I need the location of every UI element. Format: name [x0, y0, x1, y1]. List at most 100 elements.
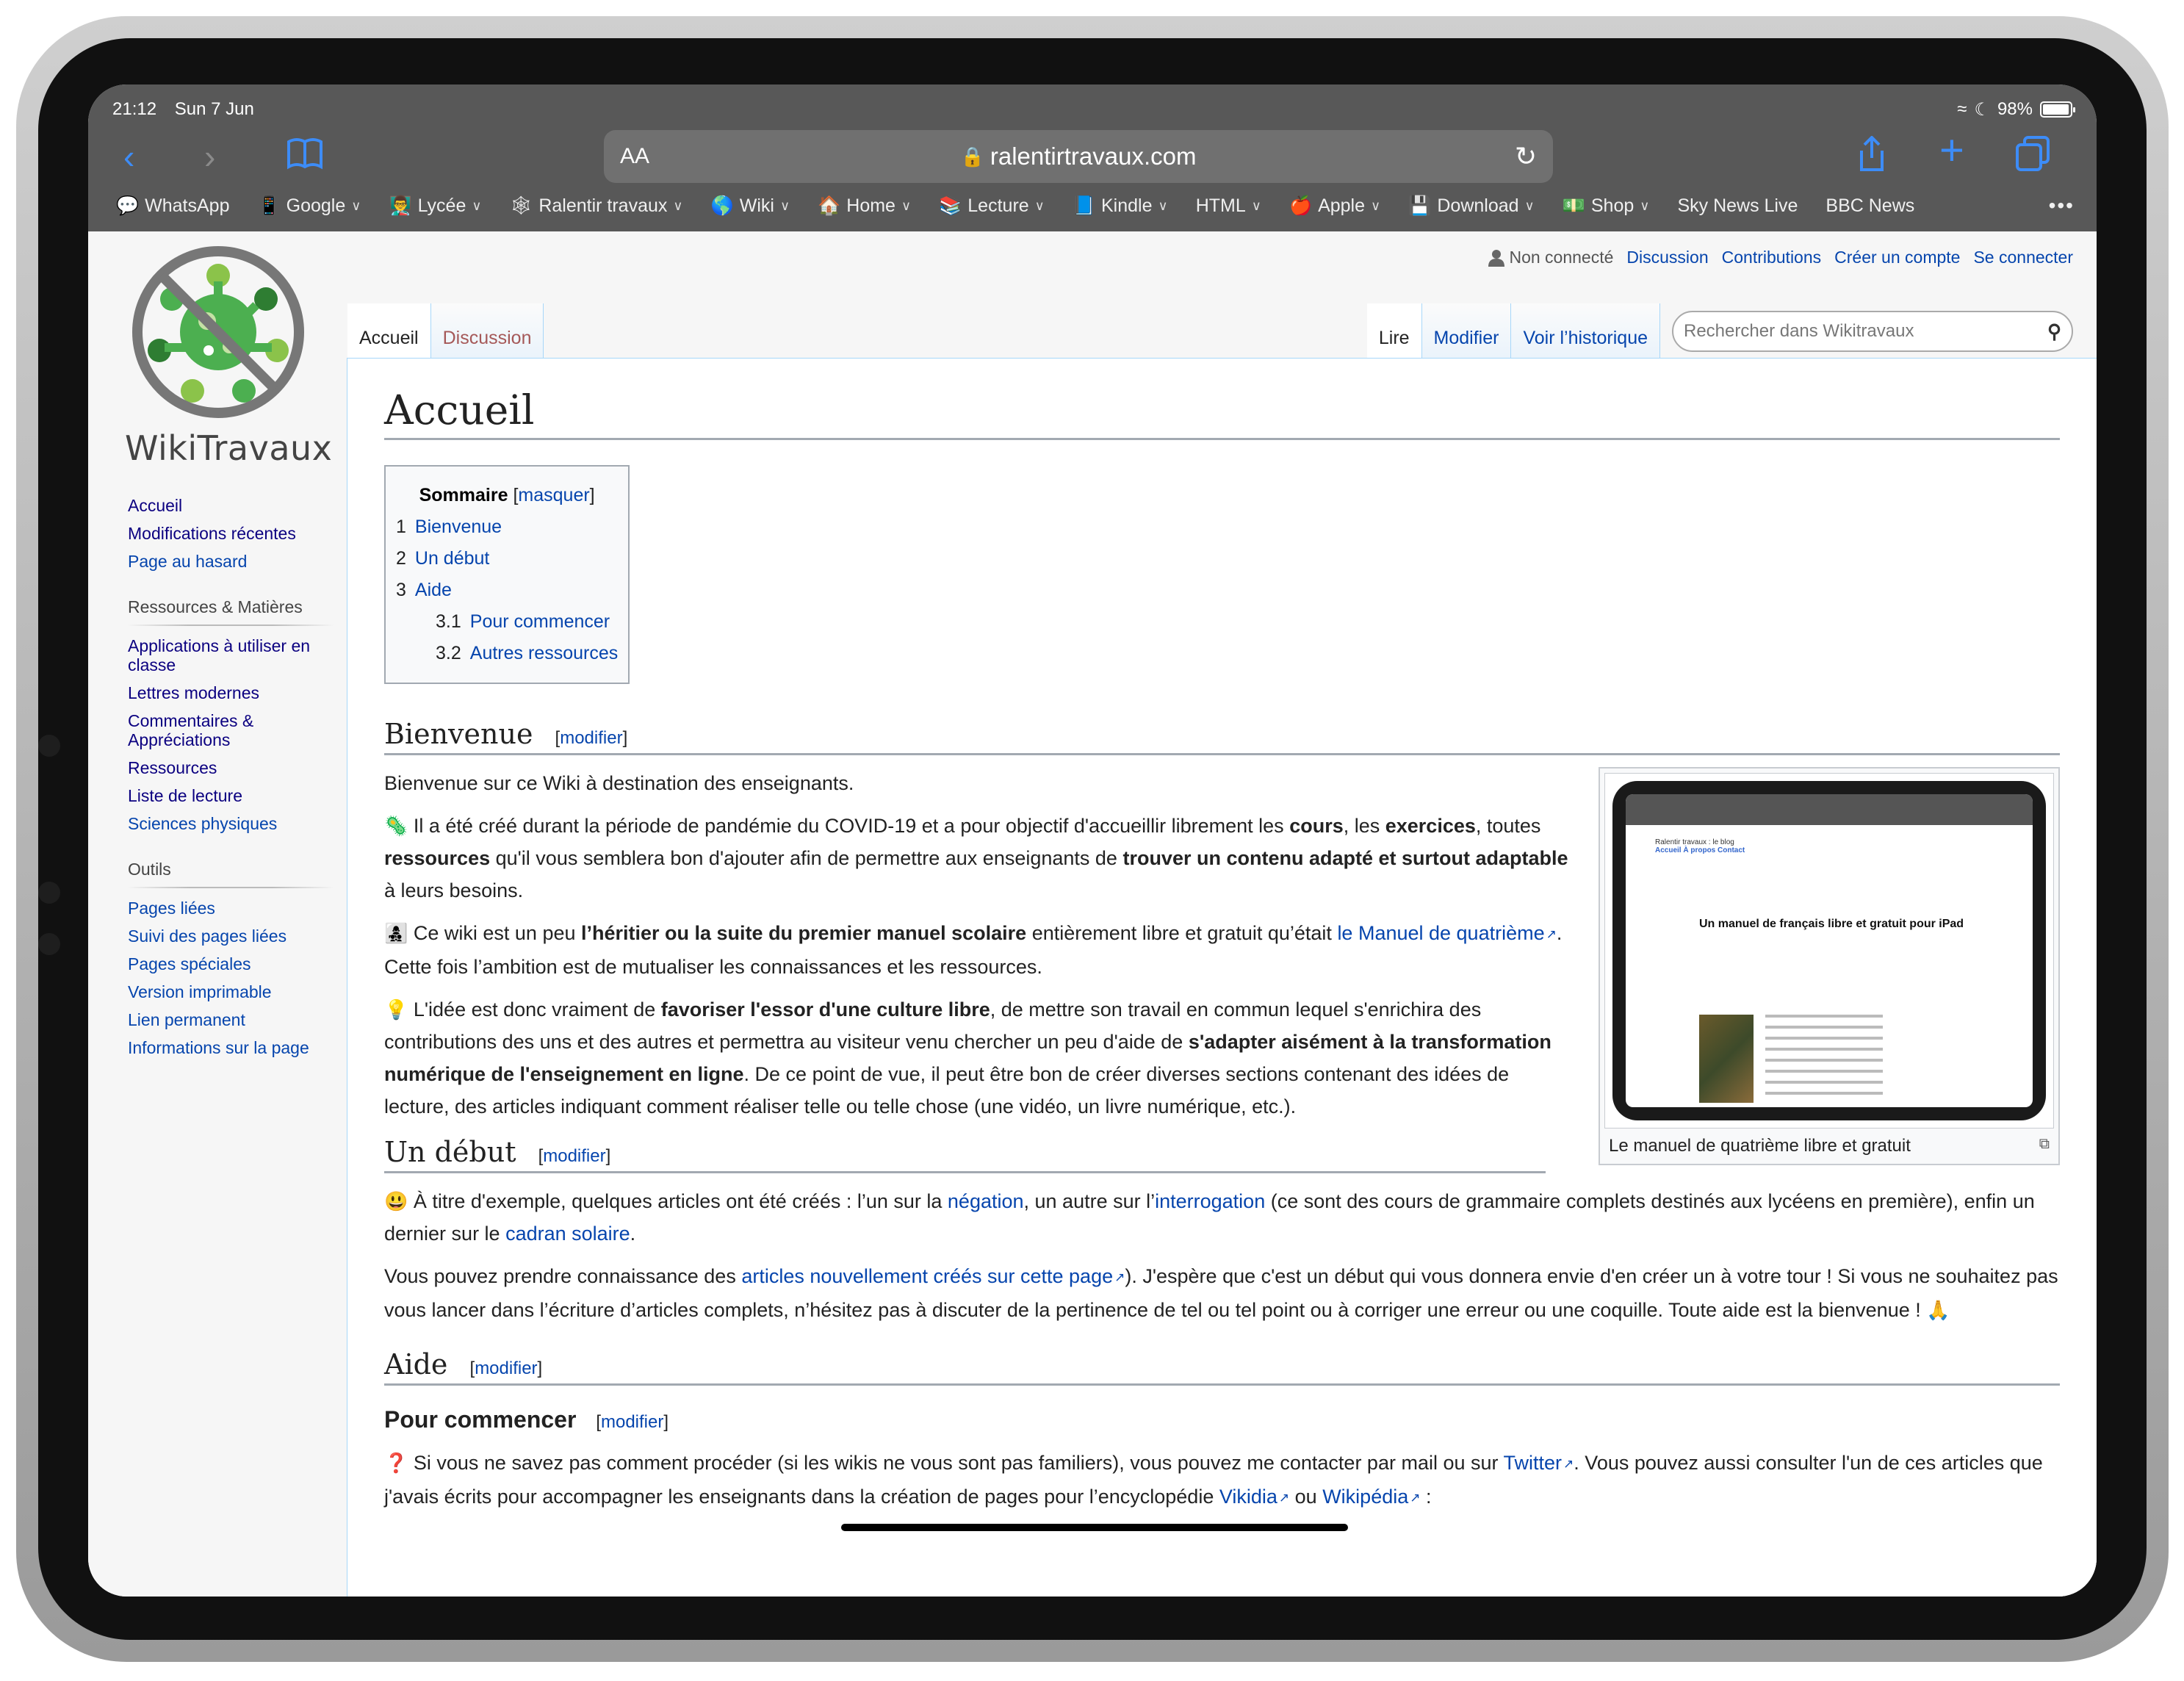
favorites-bar: 💬 WhatsApp 📱 Google ∨ 👨‍🏫 Lycée ∨ 🕸 Ralentir trav…: [116, 187, 2075, 224]
site-logo[interactable]: WikiTravaux: [125, 240, 332, 468]
edit-section-link[interactable]: [modifier]: [470, 1358, 543, 1378]
tab-lire[interactable]: Lire: [1366, 303, 1422, 358]
reload-button[interactable]: ↻: [1515, 141, 1537, 172]
search-icon[interactable]: ⚲: [2047, 320, 2061, 343]
personal-discussion-link[interactable]: Discussion: [1626, 248, 1708, 267]
toc-link-pour-commencer[interactable]: Pour commencer: [470, 611, 610, 632]
tab-accueil[interactable]: Accueil: [347, 303, 431, 358]
bookmark-download[interactable]: 💾 Download ∨: [1408, 195, 1535, 217]
bookmark-lecture[interactable]: 📚 Lecture ∨: [939, 195, 1045, 217]
thumbnail-caption: Le manuel de quatrième libre et gratuit …: [1609, 1136, 2050, 1156]
sidebar-heading-ressources: Ressources & Matières: [128, 597, 334, 626]
moon-icon: ☾: [1974, 99, 1990, 120]
sidebar-item-suivi-pages-liees[interactable]: Suivi des pages liées: [128, 926, 334, 946]
toc-link-autres-ressources[interactable]: Autres ressources: [470, 643, 618, 663]
toc-entry[interactable]: 3.2 Autres ressources: [396, 638, 618, 669]
main-content: Accueil Sommaire [masquer] 1 Bienvenue 2U…: [347, 358, 2097, 1597]
sidebar-item-lien-permanent[interactable]: Lien permanent: [128, 1010, 334, 1029]
bookmark-label: Wiki: [739, 195, 774, 216]
bookmark-label: Home: [846, 195, 895, 216]
cadran-solaire-link[interactable]: cadran solaire: [505, 1223, 630, 1245]
contributions-link[interactable]: Contributions: [1722, 248, 1822, 267]
toc-entry[interactable]: 3 Aide: [396, 575, 618, 606]
new-articles-link[interactable]: articles nouvellement créés sur cette pa…: [741, 1265, 1125, 1287]
tab-modifier[interactable]: Modifier: [1421, 303, 1512, 358]
tabs-button[interactable]: [2014, 136, 2051, 179]
sidebar-item-liste-de-lecture[interactable]: Liste de lecture: [128, 786, 334, 805]
paragraph: Vous pouvez prendre connaissance des art…: [384, 1260, 2060, 1326]
bookmark-icon: 💾: [1408, 195, 1432, 216]
twitter-link[interactable]: Twitter: [1504, 1452, 1574, 1474]
bookmark-shop[interactable]: 💵 Shop ∨: [1563, 195, 1650, 217]
sidebar-ressources: Ressources & Matières Applications à uti…: [128, 597, 334, 833]
bookmark-whatsapp[interactable]: 💬 WhatsApp: [116, 195, 229, 217]
bookmark-ralentir-travaux[interactable]: 🕸 Ralentir travaux ∨: [510, 195, 683, 217]
toc-link-aide[interactable]: Aide: [415, 580, 452, 600]
forward-button[interactable]: ›: [204, 139, 215, 174]
bookmark-icon: 💵: [1562, 195, 1585, 216]
sidebar-item-version-imprimable[interactable]: Version imprimable: [128, 982, 334, 1001]
tab-discussion[interactable]: Discussion: [430, 303, 544, 358]
bookmark-label: Google: [286, 195, 346, 216]
manuel-quatrieme-link[interactable]: le Manuel de quatrième: [1337, 922, 1556, 944]
bookmark-lyc-e[interactable]: 👨‍🏫 Lycée ∨: [389, 195, 481, 217]
edit-section-link[interactable]: [modifier]: [538, 1146, 611, 1166]
bookmark-label: Lecture: [967, 195, 1029, 216]
vikidia-link[interactable]: Vikidia: [1219, 1486, 1289, 1508]
sidebar-item-pages-speciales[interactable]: Pages spéciales: [128, 954, 334, 973]
personal-tools: Non connecté Discussion Contributions Cr…: [1488, 248, 2073, 267]
text-size-button[interactable]: AA: [620, 144, 649, 169]
wikipedia-link[interactable]: Wikipédia: [1322, 1486, 1420, 1508]
bookmark-icon: 🌎: [710, 195, 734, 216]
sidebar-item-lettres-modernes[interactable]: Lettres modernes: [128, 683, 334, 702]
sidebar-item-ressources[interactable]: Ressources: [128, 758, 334, 777]
bookmark-label: HTML: [1195, 195, 1246, 216]
toc-entry[interactable]: 3.1 Pour commencer: [396, 606, 618, 638]
more-bookmarks-button[interactable]: •••: [2049, 194, 2075, 217]
tab-historique[interactable]: Voir l’historique: [1511, 303, 1660, 358]
bookmark-icon: 📱: [257, 195, 281, 216]
sidebar-item-applications[interactable]: Applications à utiliser en classe: [128, 636, 334, 674]
sidebar-heading-outils: Outils: [128, 860, 334, 888]
home-indicator[interactable]: [841, 1524, 1348, 1531]
bookmark-icon: 📘: [1072, 195, 1095, 216]
toc-link-bienvenue[interactable]: Bienvenue: [415, 516, 502, 537]
bookmark-bbc-news[interactable]: BBC News: [1826, 195, 1914, 217]
sidebar-item-page-au-hasard[interactable]: Page au hasard: [128, 552, 334, 571]
back-button[interactable]: ‹: [123, 139, 134, 174]
sidebar-item-pages-liees[interactable]: Pages liées: [128, 899, 334, 918]
bookmark-apple[interactable]: 🍎 Apple ∨: [1289, 195, 1380, 217]
lock-icon: 🔒: [960, 145, 984, 168]
login-link[interactable]: Se connecter: [1973, 248, 2073, 267]
edit-section-link[interactable]: [modifier]: [596, 1412, 668, 1432]
toc-link-un-debut[interactable]: Un début: [415, 548, 489, 569]
thumb-blog-nav: Accueil À propos Contact: [1655, 846, 1745, 854]
chevron-down-icon: ∨: [1524, 198, 1535, 213]
sidebar-item-commentaires[interactable]: Commentaires & Appréciations: [128, 711, 334, 749]
thumbnail-image[interactable]: Ralentir travaux : le blog Accueil À pro…: [1604, 773, 2054, 1129]
sidebar-item-modifications-recentes[interactable]: Modifications récentes: [128, 524, 334, 543]
bookmark-html[interactable]: HTML ∨: [1196, 195, 1261, 217]
bookmark-google[interactable]: 📱 Google ∨: [257, 195, 361, 217]
edit-section-link[interactable]: [modifier]: [555, 728, 628, 748]
address-bar[interactable]: AA 🔒 ralentirtravaux.com ↻: [604, 130, 1553, 183]
toc-entry[interactable]: 1 Bienvenue: [396, 511, 618, 543]
toc-toggle[interactable]: masquer: [518, 485, 589, 505]
bookmark-wiki[interactable]: 🌎 Wiki ∨: [711, 195, 790, 217]
bookmark-home[interactable]: 🏠 Home ∨: [818, 195, 911, 217]
sidebar-item-accueil[interactable]: Accueil: [128, 496, 334, 515]
toc-entry[interactable]: 2 Un début: [396, 543, 618, 575]
enlarge-icon[interactable]: ⧉: [2039, 1136, 2050, 1156]
bookmark-kindle[interactable]: 📘 Kindle ∨: [1073, 195, 1168, 217]
bookmark-sky-news-live[interactable]: Sky News Live: [1677, 195, 1798, 217]
share-button[interactable]: [1857, 135, 1886, 179]
new-tab-button[interactable]: +: [1939, 129, 1964, 172]
interrogation-link[interactable]: interrogation: [1155, 1190, 1265, 1212]
bookmark-label: Lycée: [417, 195, 466, 216]
sidebar-item-informations-page[interactable]: Informations sur la page: [128, 1038, 334, 1057]
sidebar-item-sciences-physiques[interactable]: Sciences physiques: [128, 814, 334, 833]
create-account-link[interactable]: Créer un compte: [1834, 248, 1960, 267]
search-input[interactable]: Rechercher dans Wikitravaux ⚲: [1672, 311, 2073, 352]
negation-link[interactable]: négation: [948, 1190, 1024, 1212]
bookmarks-button[interactable]: [286, 137, 323, 176]
